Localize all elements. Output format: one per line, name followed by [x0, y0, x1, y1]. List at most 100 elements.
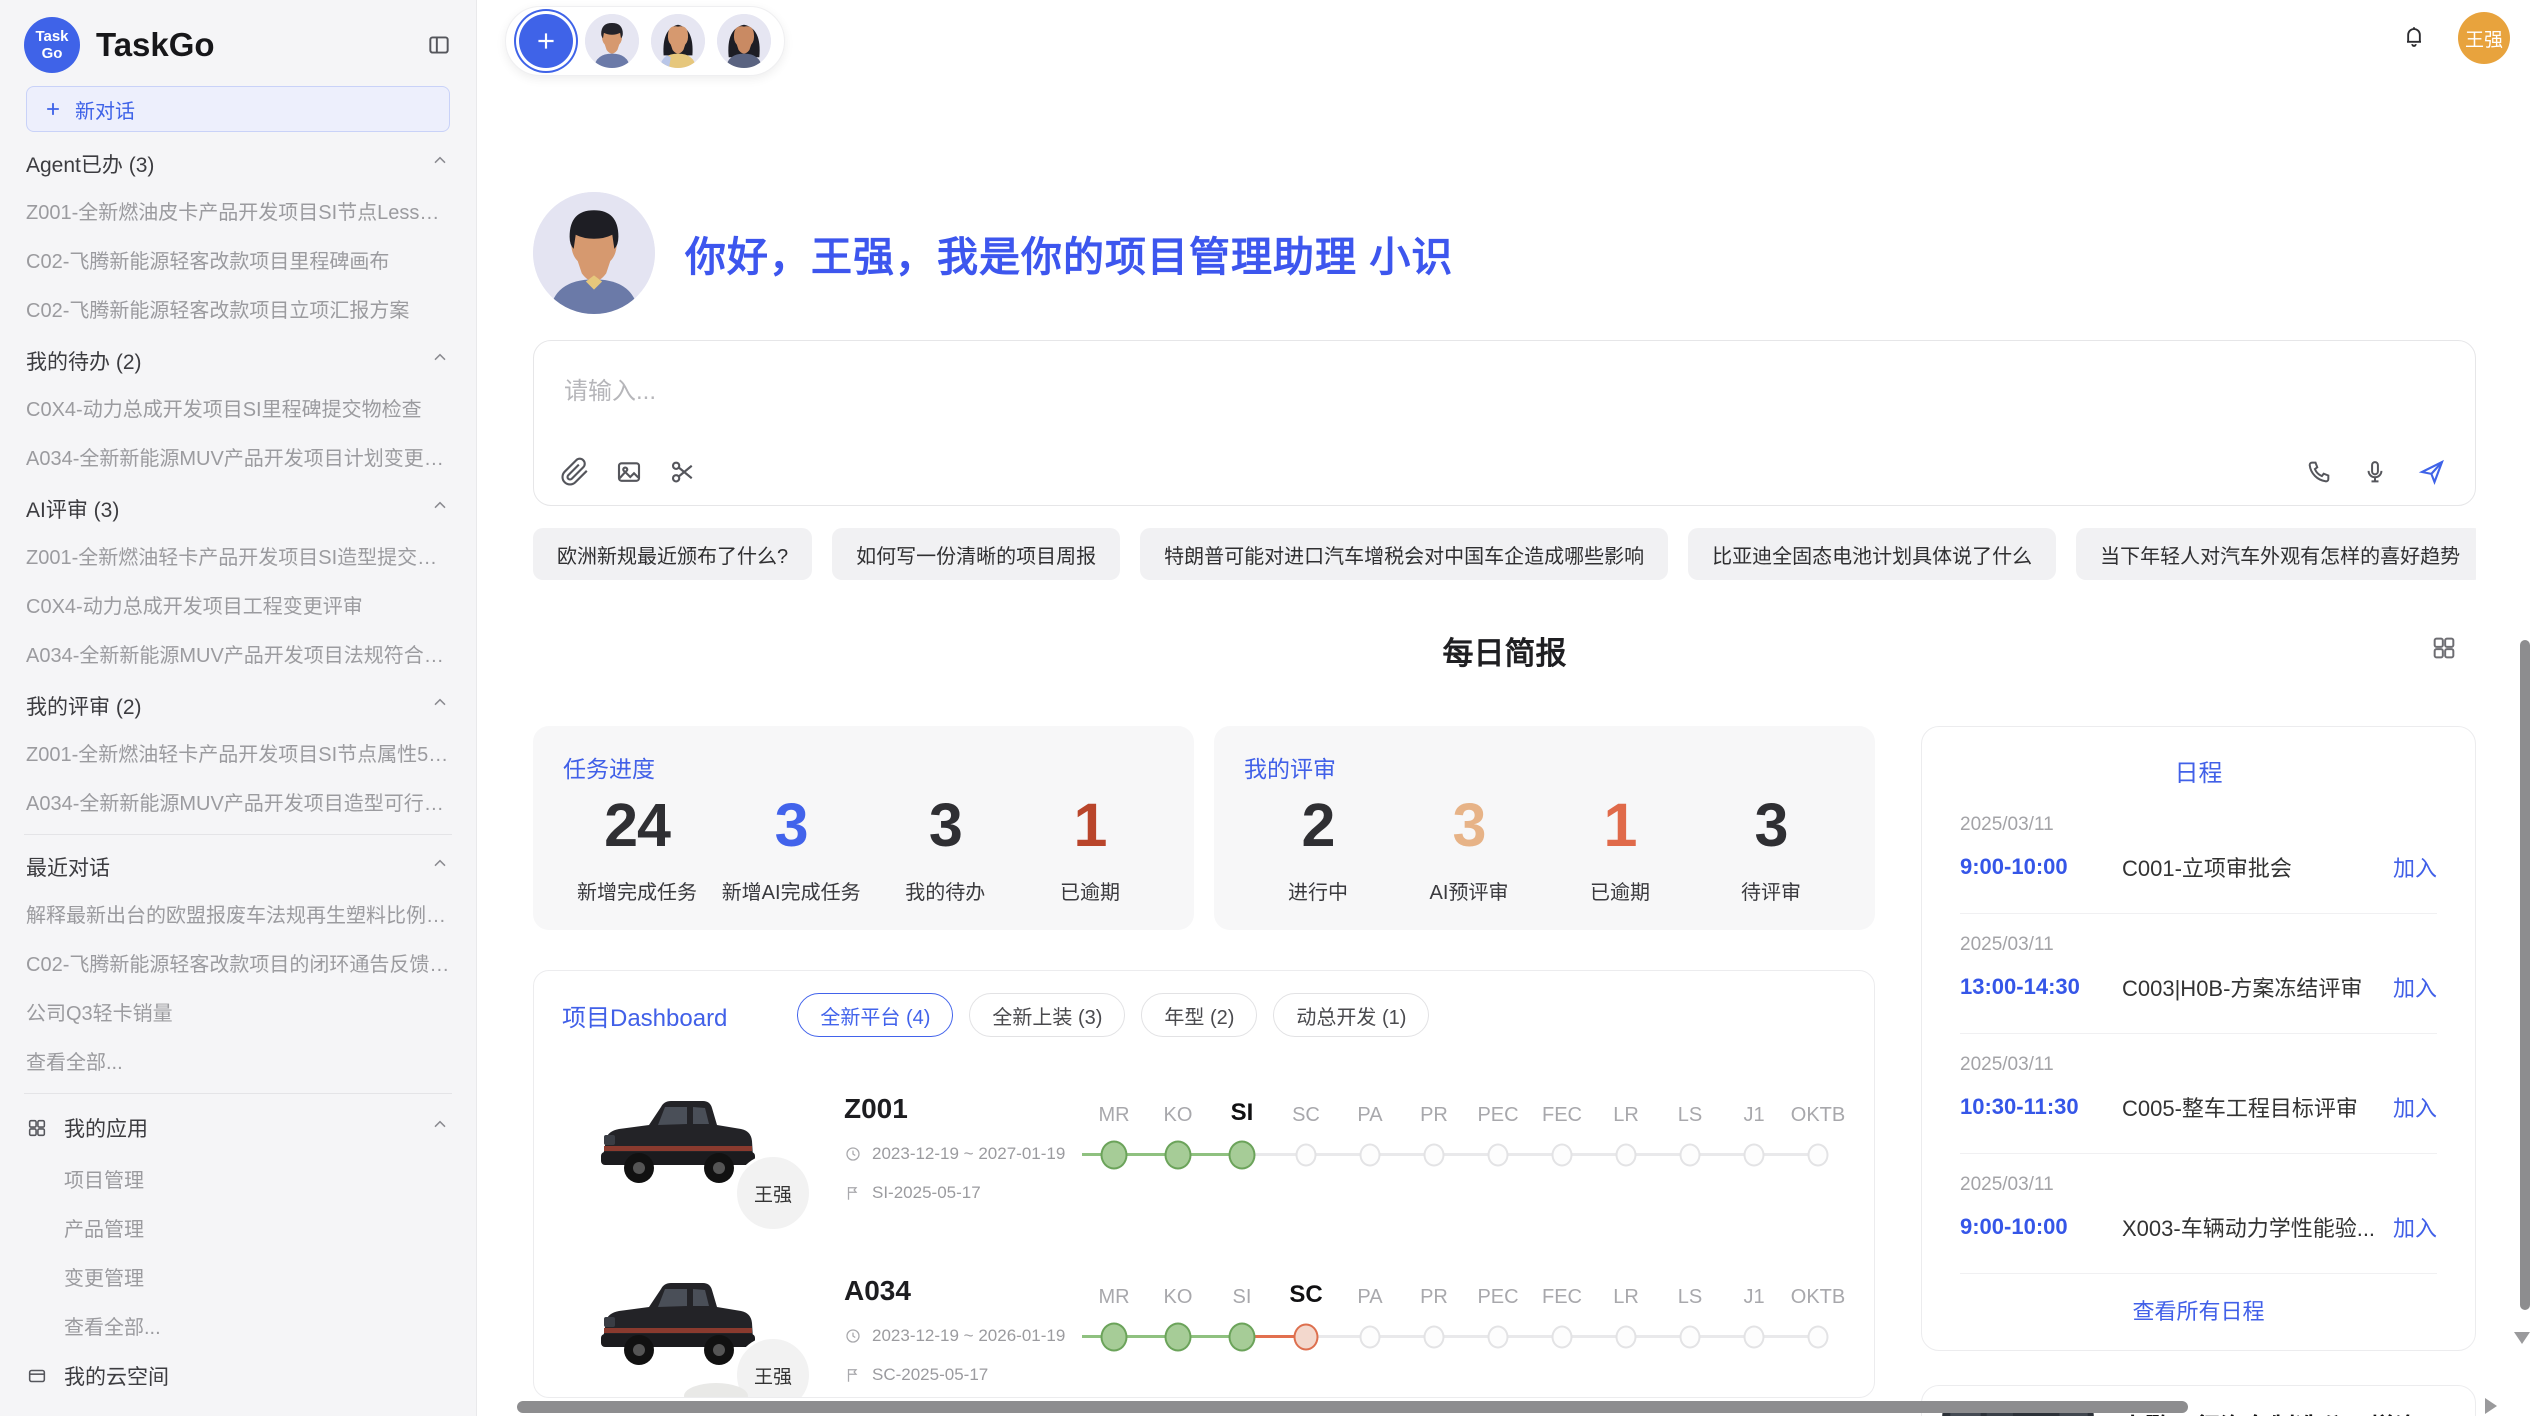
sidebar-item[interactable]: C0X4-动力总成开发项目SI里程碑提交物检查 — [24, 383, 452, 432]
sidebar-app-item[interactable]: 产品管理 — [24, 1203, 452, 1252]
milestone-node — [1165, 1141, 1192, 1170]
sidebar-item[interactable]: A034-全新新能源MUV产品开发项目法规符合性评审 — [24, 629, 452, 678]
sidebar-section-header[interactable]: Agent已办 (3) — [24, 136, 452, 186]
chevron-up-icon — [430, 1115, 450, 1141]
milestone: PA — [1338, 1273, 1402, 1357]
stat-value: 1 — [1560, 790, 1680, 860]
sidebar-item-my-apps[interactable]: 我的应用 — [24, 1102, 452, 1154]
sidebar-item[interactable]: 解释最新出台的欧盟报废车法规再生塑料比例被调至15%... — [24, 889, 452, 938]
sidebar-item[interactable]: C02-飞腾新能源轻客改款项目的闭环通告反馈情况 — [24, 938, 452, 987]
vertical-scrollbar[interactable] — [2520, 640, 2530, 1310]
dashboard-filter-tab[interactable]: 全新上装 (3) — [969, 993, 1125, 1037]
project-list: 王强Z0012023-12-19 ~ 2027-01-19SI-2025-05-… — [562, 1091, 1846, 1398]
sidebar-sections: Agent已办 (3)Z001-全新燃油皮卡产品开发项目SI节点Lesson L… — [24, 136, 452, 1085]
sidebar-item[interactable]: C0X4-动力总成开发项目工程变更评审 — [24, 580, 452, 629]
sidebar-section-header[interactable]: AI评审 (3) — [24, 481, 452, 531]
cloud-space-icon — [26, 1365, 48, 1387]
stat: 3新增AI完成任务 — [722, 790, 861, 905]
milestone-label: SC — [1289, 1273, 1322, 1309]
milestone-label: LS — [1678, 1273, 1702, 1309]
milestone-node-wrap — [1146, 1135, 1210, 1175]
dashboard-filter-tab[interactable]: 年型 (2) — [1141, 993, 1257, 1037]
suggestion-chip[interactable]: 比亚迪全固态电池计划具体说了什么 — [1688, 528, 2056, 580]
milestone-node — [1744, 1326, 1765, 1349]
sidebar-app-item[interactable]: 项目管理 — [24, 1154, 452, 1203]
milestone-node-wrap — [1338, 1317, 1402, 1357]
attachment-icon[interactable] — [560, 457, 590, 487]
sidebar-item-favorites[interactable]: 我的收藏 — [24, 1402, 452, 1406]
stat-label: 我的待办 — [885, 876, 1005, 905]
sidebar-section: 我的待办 (2)C0X4-动力总成开发项目SI里程碑提交物检查A034-全新新能… — [24, 333, 452, 481]
right-column: 日程 2025/03/119:00-10:00C001-立项审批会加入2025/… — [1921, 726, 2476, 1416]
join-button[interactable]: 加入 — [2393, 1211, 2437, 1243]
join-button[interactable]: 加入 — [2393, 1091, 2437, 1123]
schedule-row: 13:00-14:30C003|H0B-方案冻结评审加入 — [1960, 971, 2437, 1003]
project-dates-row: 2023-12-19 ~ 2026-01-19 — [844, 1326, 1082, 1346]
milestone-node — [1744, 1144, 1765, 1167]
sidebar-item-cloud-space[interactable]: 我的云空间 — [24, 1350, 452, 1402]
sidebar-item[interactable]: C02-飞腾新能源轻客改款项目里程碑画布 — [24, 235, 452, 284]
sidebar-app-item[interactable]: 变更管理 — [24, 1252, 452, 1301]
suggestion-chip[interactable]: 当下年轻人对汽车外观有怎样的喜好趋势 — [2076, 528, 2476, 580]
chat-input-placeholder: 请输入... — [564, 371, 656, 406]
send-icon[interactable] — [2417, 457, 2447, 487]
sidebar-section-title: AI评审 (3) — [26, 494, 119, 524]
suggestion-chip[interactable]: 特朗普可能对进口汽车增税会对中国车企造成哪些影响 — [1140, 528, 1668, 580]
milestone-node-wrap — [1146, 1317, 1210, 1357]
milestone-label: PA — [1357, 1273, 1382, 1309]
sidebar-section: Agent已办 (3)Z001-全新燃油皮卡产品开发项目SI节点Lesson L… — [24, 136, 452, 333]
sidebar-section: 我的评审 (2)Z001-全新燃油轻卡产品开发项目SI节点属性5D文件评审A03… — [24, 678, 452, 826]
image-icon[interactable] — [614, 457, 644, 487]
stat-label: 待评审 — [1711, 876, 1831, 905]
sidebar-item[interactable]: Z001-全新燃油轻卡产品开发项目SI节点属性5D文件评审 — [24, 728, 452, 777]
clock-icon — [844, 1145, 862, 1163]
collapse-sidebar-icon[interactable] — [426, 32, 452, 58]
schedule-row: 9:00-10:00X003-车辆动力学性能验...加入 — [1960, 1211, 2437, 1243]
project-row: 王强Z0012023-12-19 ~ 2027-01-19SI-2025-05-… — [562, 1091, 1846, 1219]
chat-input-card[interactable]: 请输入... — [533, 340, 2476, 506]
milestone-node — [1616, 1144, 1637, 1167]
project-row: 王强A0342023-12-19 ~ 2026-01-19SC-2025-05-… — [562, 1273, 1846, 1398]
cloud-space-label: 我的云空间 — [64, 1361, 169, 1391]
sidebar-app-item[interactable]: 查看全部... — [24, 1301, 452, 1350]
dashboard-filter-tab[interactable]: 动总开发 (1) — [1273, 993, 1429, 1037]
milestone-label: MR — [1098, 1273, 1129, 1309]
sidebar-item[interactable]: Z001-全新燃油轻卡产品开发项目SI造型提交物评审 — [24, 531, 452, 580]
new-chat-button[interactable]: 新对话 — [26, 86, 450, 132]
scissors-icon[interactable] — [668, 457, 698, 487]
join-button[interactable]: 加入 — [2393, 971, 2437, 1003]
sidebar-item[interactable]: 公司Q3轻卡销量 — [24, 987, 452, 1036]
microphone-icon[interactable] — [2361, 458, 2389, 486]
sidebar-item[interactable]: 查看全部... — [24, 1036, 452, 1085]
milestone: PA — [1338, 1091, 1402, 1175]
chevron-up-icon — [430, 854, 450, 880]
milestone-node — [1552, 1326, 1573, 1349]
sidebar-section-header[interactable]: 最近对话 — [24, 839, 452, 889]
owner-badge: 王强 — [734, 1336, 812, 1398]
project-flag-row: SC-2025-05-17 — [844, 1365, 1082, 1385]
schedule-row: 9:00-10:00C001-立项审批会加入 — [1960, 851, 2437, 883]
sidebar-item[interactable]: Z001-全新燃油皮卡产品开发项目SI节点Lesson Learn报告 — [24, 186, 452, 235]
horizontal-scrollbar[interactable] — [517, 1401, 2188, 1413]
stat-value: 3 — [722, 790, 861, 860]
sidebar-item[interactable]: A034-全新新能源MUV产品开发项目造型可行性评审 — [24, 777, 452, 826]
layout-grid-icon[interactable] — [2430, 634, 2458, 662]
schedule-row: 10:30-11:30C005-整车工程目标评审加入 — [1960, 1091, 2437, 1123]
owner-badge: 王强 — [734, 1154, 812, 1232]
phone-icon[interactable] — [2305, 458, 2333, 486]
dashboard-header: 项目Dashboard 全新平台 (4)全新上装 (3)年型 (2)动总开发 (… — [562, 993, 1846, 1037]
join-button[interactable]: 加入 — [2393, 851, 2437, 883]
view-all-schedule-link[interactable]: 查看所有日程 — [1960, 1274, 2437, 1336]
schedule-event-title: X003-车辆动力学性能验... — [2122, 1211, 2379, 1243]
sidebar-item[interactable]: A034-全新新能源MUV产品开发项目计划变更表编写 — [24, 432, 452, 481]
scroll-down-arrow[interactable] — [2514, 1332, 2530, 1344]
sidebar-item[interactable]: C02-飞腾新能源轻客改款项目立项汇报方案 — [24, 284, 452, 333]
suggestion-chip[interactable]: 欧洲新规最近颁布了什么? — [533, 528, 812, 580]
dashboard-filter-tab[interactable]: 全新平台 (4) — [797, 993, 953, 1037]
scroll-right-arrow[interactable] — [2485, 1398, 2497, 1414]
sidebar-section-header[interactable]: 我的待办 (2) — [24, 333, 452, 383]
suggestion-chip[interactable]: 如何写一份清晰的项目周报 — [832, 528, 1120, 580]
milestone-node — [1165, 1323, 1192, 1352]
schedule-date: 2025/03/11 — [1960, 1174, 2437, 1196]
sidebar-section-header[interactable]: 我的评审 (2) — [24, 678, 452, 728]
